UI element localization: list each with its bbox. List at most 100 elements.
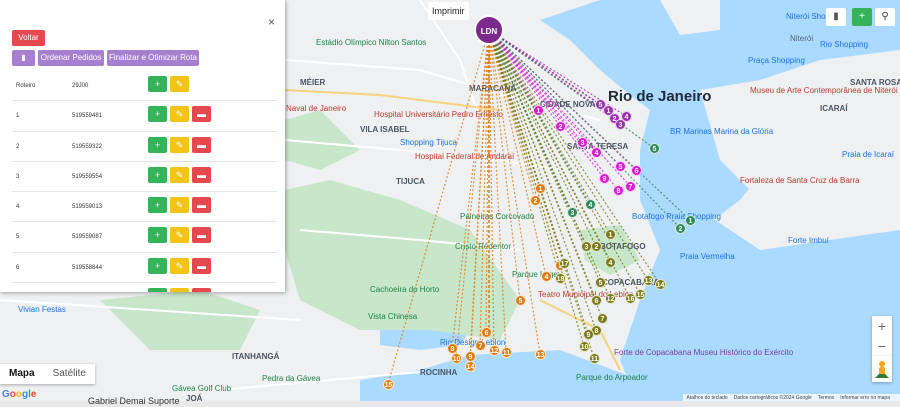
route-stop-marker[interactable]: 12 xyxy=(489,345,500,356)
plus-icon: + xyxy=(154,79,161,89)
route-stop-marker[interactable]: 15 xyxy=(383,379,394,390)
route-stop-marker[interactable]: 4 xyxy=(585,199,596,210)
route-stop-marker[interactable]: 5 xyxy=(615,161,626,172)
route-stop-marker[interactable]: 11 xyxy=(589,353,600,364)
print-button[interactable]: Imprimir xyxy=(428,2,469,20)
edit-icon: ✎ xyxy=(175,200,184,211)
route-stop-marker[interactable]: 15 xyxy=(635,289,646,300)
route-stop-marker[interactable]: 10 xyxy=(579,341,590,352)
close-icon[interactable]: × xyxy=(268,15,275,29)
add-button[interactable]: + xyxy=(148,76,167,92)
route-stop-marker[interactable]: 2 xyxy=(555,121,566,132)
route-stop-marker[interactable]: 1 xyxy=(685,215,696,226)
route-stop-marker[interactable]: 2 xyxy=(530,195,541,206)
route-stop-marker[interactable]: 13 xyxy=(535,349,546,360)
add-button[interactable]: + xyxy=(148,136,167,153)
route-stop-marker[interactable]: 5 xyxy=(595,99,606,110)
add-button[interactable]: + xyxy=(148,166,167,183)
edit-button[interactable]: ✎ xyxy=(170,227,189,244)
edit-button[interactable]: ✎ xyxy=(170,197,189,214)
search-button[interactable]: ⚲ xyxy=(875,8,895,26)
route-stop-marker[interactable]: 9 xyxy=(599,173,610,184)
route-stop-marker[interactable]: 18 xyxy=(555,273,566,284)
edit-button[interactable] xyxy=(170,288,189,292)
route-stop-marker[interactable]: 4 xyxy=(591,147,602,158)
add-button[interactable] xyxy=(148,288,167,292)
route-stop-marker[interactable]: 3 xyxy=(581,241,592,252)
route-stop-marker[interactable]: 5 xyxy=(515,295,526,306)
route-line-green xyxy=(488,29,655,149)
add-button[interactable]: + xyxy=(148,106,167,123)
route-stop-marker[interactable]: 1 xyxy=(605,229,616,240)
delete-button[interactable]: ▬ xyxy=(192,166,211,183)
route-stop-marker[interactable]: 5 xyxy=(595,277,606,288)
add-button[interactable]: + xyxy=(148,257,167,274)
route-stop-marker[interactable]: 1 xyxy=(533,105,544,116)
route-stop-marker[interactable]: 2 xyxy=(675,223,686,234)
map-type-map[interactable]: Mapa xyxy=(0,364,44,384)
add-button[interactable]: + xyxy=(148,227,167,244)
delete-button[interactable]: ▬ xyxy=(192,197,211,214)
plus-icon: + xyxy=(859,11,865,22)
route-stop-marker[interactable]: 4 xyxy=(541,271,552,282)
route-stop-marker[interactable]: 12 xyxy=(605,293,616,304)
edit-button[interactable]: ✎ xyxy=(170,166,189,183)
route-stop-marker[interactable]: 6 xyxy=(631,165,642,176)
route-stop-marker[interactable]: 10 xyxy=(451,353,462,364)
back-button[interactable]: Voltar xyxy=(12,30,45,46)
route-stop-marker[interactable]: 4 xyxy=(621,111,632,122)
edit-button[interactable]: ✎ xyxy=(170,136,189,153)
route-stop-marker[interactable]: 3 xyxy=(567,207,578,218)
zoom-in-button[interactable]: + xyxy=(872,316,892,336)
route-row: 3 519559554 + ✎ ▬ xyxy=(12,162,277,193)
map-type-satellite[interactable]: Satélite xyxy=(44,364,95,384)
route-stop-marker[interactable]: 6 xyxy=(591,295,602,306)
route-stop-marker[interactable]: 1 xyxy=(535,183,546,194)
route-row: 6 519558844 + ✎ ▬ xyxy=(12,253,277,284)
order-orders-button[interactable]: Ordenar Pedidos xyxy=(38,50,104,66)
route-stop-marker[interactable]: 13 xyxy=(643,275,654,286)
trash-icon: ▬ xyxy=(197,169,206,180)
route-stop-marker[interactable]: 14 xyxy=(655,279,666,290)
finalize-optimize-button[interactable]: Finalizar e Otimizar Rota xyxy=(107,50,199,66)
route-stop-marker[interactable]: 4 xyxy=(605,257,616,268)
add-button[interactable]: + xyxy=(148,197,167,214)
add-button-top[interactable]: + xyxy=(852,8,872,26)
route-stop-marker[interactable]: 7 xyxy=(597,313,608,324)
route-row-code: 519558844 xyxy=(72,264,103,271)
route-stop-marker[interactable]: 6 xyxy=(481,327,492,338)
route-line-olive xyxy=(488,29,561,279)
edit-icon: ✎ xyxy=(175,79,184,89)
route-line-magenta xyxy=(488,29,605,179)
route-stop-marker[interactable]: 3 xyxy=(577,137,588,148)
trash-icon: ▬ xyxy=(197,200,206,211)
route-stop-marker[interactable]: 17 xyxy=(559,258,570,269)
route-stop-marker[interactable]: 7 xyxy=(625,181,636,192)
document-button[interactable]: ▮ xyxy=(12,50,35,66)
edit-button[interactable]: ✎ xyxy=(170,106,189,123)
route-stop-marker[interactable]: 9 xyxy=(583,329,594,340)
document-button-top[interactable]: ▮ xyxy=(826,8,846,26)
edit-button[interactable]: ✎ xyxy=(170,257,189,274)
delete-button[interactable]: ▬ xyxy=(192,106,211,123)
delete-button[interactable]: ▬ xyxy=(192,136,211,153)
route-panel: × Voltar ▮ Ordenar Pedidos Finalizar e O… xyxy=(0,0,285,292)
route-stop-marker[interactable]: 7 xyxy=(475,340,486,351)
edit-icon: ✎ xyxy=(175,260,184,271)
delete-button[interactable]: ▬ xyxy=(192,227,211,244)
route-stop-marker[interactable]: 8 xyxy=(613,185,624,196)
zoom-out-button[interactable]: − xyxy=(872,336,892,356)
route-stop-marker[interactable]: 16 xyxy=(625,293,636,304)
delete-button[interactable] xyxy=(192,288,211,292)
street-view-pegman[interactable] xyxy=(872,356,892,382)
depot-marker[interactable]: LDN xyxy=(474,15,504,45)
edit-button[interactable]: ✎ xyxy=(170,76,189,92)
route-stop-marker[interactable]: 2 xyxy=(591,241,602,252)
document-icon: ▮ xyxy=(833,11,839,22)
delete-button[interactable]: ▬ xyxy=(192,257,211,274)
route-stop-marker[interactable]: 5 xyxy=(649,143,660,154)
route-stop-marker[interactable]: 11 xyxy=(501,347,512,358)
edit-icon: ✎ xyxy=(175,109,184,120)
route-line-olive xyxy=(488,29,589,335)
route-stop-marker[interactable]: 14 xyxy=(465,361,476,372)
